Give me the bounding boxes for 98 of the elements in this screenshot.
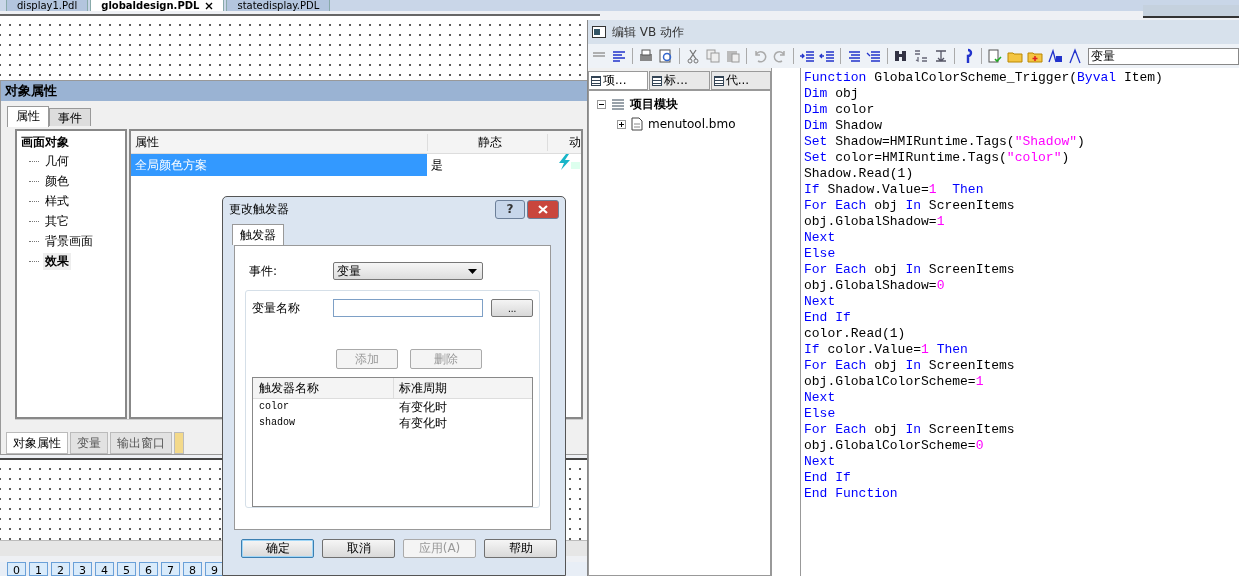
table-cell[interactable]: color [253, 399, 393, 415]
code-line: Set Shadow=HMIRuntime.Tags("Shadow") [804, 134, 1086, 150]
panel-title: 对象属性 [1, 81, 589, 101]
search-field[interactable]: 变量 [1088, 47, 1239, 65]
code-line: Dim Shadow [804, 118, 883, 134]
event-dropdown[interactable]: 变量 [333, 262, 483, 280]
document-tab[interactable]: globaldesign.PDL [90, 0, 225, 11]
tree-item[interactable]: 背景画面 [43, 232, 95, 250]
pane-tab[interactable]: 代... [710, 71, 771, 90]
code-line: color.Read(1) [804, 326, 907, 342]
table-cell[interactable]: 有变化时 [393, 415, 447, 431]
lightning-icon[interactable] [557, 154, 581, 170]
tree-item[interactable]: 项目模块 [630, 95, 678, 113]
dialog-button[interactable]: 确定 [241, 539, 314, 558]
outdent-icon[interactable] [818, 48, 836, 64]
document-icon [631, 117, 643, 131]
number-key[interactable]: 2 [51, 562, 70, 576]
code-line: obj.GlobalColorScheme=1 [804, 374, 985, 390]
caret-icon [468, 268, 477, 274]
tree-item[interactable]: 画面对象 [21, 133, 121, 151]
code-line: Next [804, 230, 837, 246]
number-key[interactable]: 8 [183, 562, 202, 576]
expand-toggle[interactable] [617, 119, 626, 129]
code-line: Set color=HMIRuntime.Tags("color") [804, 150, 1071, 166]
panel-tab[interactable]: 事件 [49, 108, 91, 126]
panel-tab[interactable]: 变量 [70, 432, 108, 454]
code-line: obj.GlobalShadow=1 [804, 214, 946, 230]
field-label: 事件: [249, 262, 279, 280]
tree-item[interactable]: menutool.bmo [648, 117, 736, 131]
number-key[interactable]: 5 [117, 562, 136, 576]
code-line: Dim obj [804, 86, 860, 102]
close-icon[interactable] [205, 1, 214, 10]
pane-tab[interactable]: 项... [588, 71, 649, 90]
code-line: Dim color [804, 102, 876, 118]
input-field[interactable] [333, 299, 484, 317]
dialog-tab[interactable]: 触发器 [232, 224, 284, 245]
help-button[interactable]: ? [495, 199, 525, 219]
doc-check-icon[interactable] [986, 48, 1004, 64]
document-tab[interactable]: display1.Pdl [6, 0, 89, 11]
code-line: Next [804, 390, 837, 406]
table-cell-text: 是 [430, 157, 444, 174]
document-tab[interactable]: statedisplay.PDL [226, 0, 331, 11]
window-icon [592, 26, 606, 38]
code-line: If Shadow.Value=1 Then [804, 182, 985, 198]
number-key[interactable]: 0 [7, 562, 26, 576]
dialog-button[interactable]: 取消 [322, 539, 395, 558]
close-button[interactable] [527, 199, 559, 219]
code-line: For Each obj In ScreenItems [804, 198, 1016, 214]
code-line: If color.Value=1 Then [804, 342, 969, 358]
pane-tab[interactable]: 标... [649, 71, 710, 90]
column-header: 标准周期 [393, 378, 447, 398]
column-header: 动 [547, 133, 581, 151]
column-header: 属性 [134, 133, 160, 151]
tree-item[interactable]: 几何 [43, 152, 71, 170]
number-key[interactable]: 1 [29, 562, 48, 576]
code-line: For Each obj In ScreenItems [804, 262, 1016, 278]
code-line: For Each obj In ScreenItems [804, 422, 1016, 438]
table-cell[interactable]: 有变化时 [393, 399, 447, 415]
code-line: Else [804, 246, 837, 262]
code-line: Else [804, 406, 837, 422]
number-key[interactable]: 6 [139, 562, 158, 576]
printer-icon[interactable] [637, 48, 655, 64]
collapse-toggle[interactable] [597, 99, 606, 109]
dialog-title: 更改触发器 [229, 200, 290, 218]
code-line: End Function [804, 486, 899, 502]
table-cell[interactable]: shadow [253, 415, 393, 431]
number-key[interactable]: 4 [95, 562, 114, 576]
column-header: 静态 [427, 133, 547, 151]
code-line: Next [804, 454, 837, 470]
dialog-button[interactable]: 帮助 [484, 539, 557, 558]
scissors-icon[interactable] [684, 48, 702, 64]
close-icon [538, 204, 548, 214]
uncomment-icon[interactable] [865, 48, 883, 64]
number-key[interactable]: 7 [161, 562, 180, 576]
code-line: Function GlobalColorScheme_Trigger(Byval Item) [804, 70, 1164, 86]
panel-tab[interactable]: 属性 [7, 106, 49, 127]
list-icon [611, 98, 625, 110]
field-label: 变量名称 [252, 299, 301, 317]
tree-item[interactable]: 样式 [43, 192, 71, 210]
code-line: obj.GlobalShadow=0 [804, 278, 946, 294]
code-line: Next [804, 294, 837, 310]
tree-item[interactable]: 其它 [43, 212, 71, 230]
code-line: End If [804, 310, 852, 326]
tree-item[interactable]: 效果 [43, 252, 71, 270]
code-line: End If [804, 470, 852, 486]
browse-button[interactable]: ... [491, 299, 533, 317]
code-line: Shadow.Read(1) [804, 166, 915, 182]
code-line: obj.GlobalColorScheme=0 [804, 438, 985, 454]
shapes-icon[interactable] [1046, 48, 1064, 64]
column-header: 触发器名称 [258, 380, 320, 397]
panel-tab[interactable]: 对象属性 [6, 432, 68, 454]
panel-tab[interactable]: 输出窗口 [110, 432, 172, 454]
align-icon[interactable] [610, 48, 628, 64]
code-line: For Each obj In ScreenItems [804, 358, 1016, 374]
number-key[interactable]: 3 [73, 562, 92, 576]
indent-icon[interactable] [798, 48, 816, 64]
window-title: 编辑 VB 动作 [612, 23, 685, 41]
tree-item[interactable]: 颜色 [43, 172, 71, 190]
